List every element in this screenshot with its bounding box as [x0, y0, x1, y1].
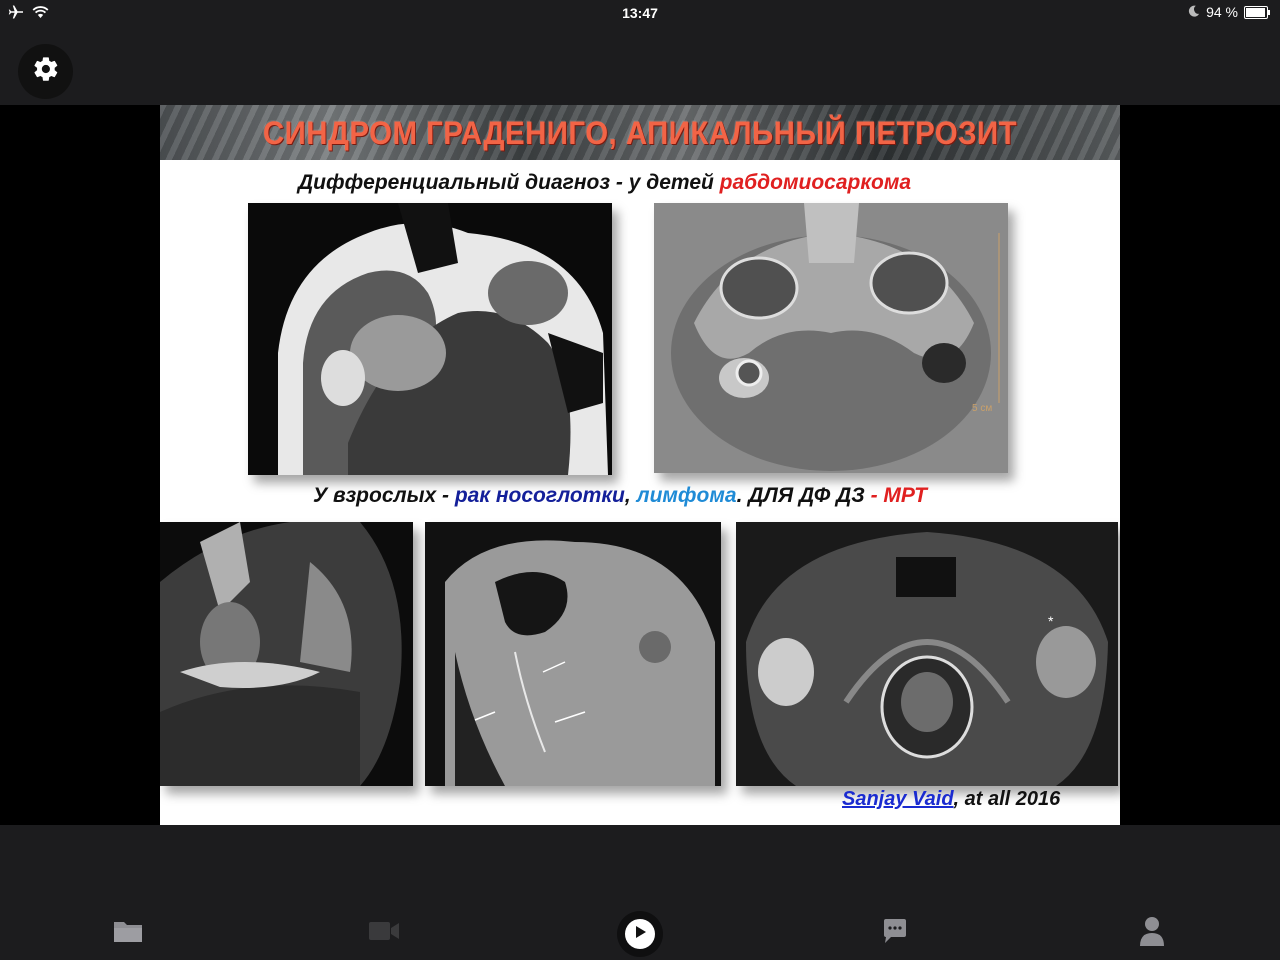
adults-highlight-1: рак носоглотки — [454, 484, 625, 507]
slide-header: СИНДРОМ ГРАДЕНИГО, АПИКАЛЬНЫЙ ПЕТРОЗИТ — [160, 105, 1120, 160]
settings-button[interactable] — [18, 44, 73, 99]
slide-subtitle-children: Дифференциальный диагноз - у детей рабдо… — [298, 171, 911, 195]
bottom-toolbar — [0, 825, 1280, 960]
status-bar: 13:47 94 % — [0, 0, 1280, 26]
gear-icon — [32, 55, 60, 88]
chat-button[interactable] — [873, 915, 917, 951]
video-camera-icon — [368, 920, 400, 947]
moon-icon — [1188, 4, 1200, 20]
mri-image-3: * — [736, 522, 1118, 786]
play-button-inner — [625, 919, 655, 949]
person-icon — [1139, 916, 1165, 951]
ct-scan-image-1 — [248, 203, 612, 475]
files-button[interactable] — [106, 915, 150, 951]
play-button[interactable] — [617, 911, 663, 957]
profile-button[interactable] — [1130, 915, 1174, 951]
status-time: 13:47 — [622, 5, 658, 21]
play-icon — [633, 925, 647, 944]
battery-fill — [1246, 7, 1265, 17]
camera-button[interactable] — [362, 915, 406, 951]
battery-text: 94 % — [1206, 4, 1238, 20]
svg-text:*: * — [1048, 613, 1054, 629]
scale-label: 5 см — [972, 403, 992, 414]
adults-highlight-2: лимфома — [636, 484, 737, 507]
mri-image-1 — [160, 522, 413, 786]
slide-credit: Sanjay Vaid, at all 2016 — [842, 788, 1060, 811]
status-right: 94 % — [1188, 4, 1270, 20]
video-area[interactable]: СИНДРОМ ГРАДЕНИГО, АПИКАЛЬНЫЙ ПЕТРОЗИТ Д… — [0, 105, 1280, 825]
credit-rest: , at all 2016 — [953, 788, 1061, 810]
subtitle-text: Дифференциальный диагноз - у детей — [298, 171, 720, 194]
adults-sep: , — [624, 484, 637, 507]
adults-highlight-3: - МРТ — [870, 484, 927, 507]
chat-icon — [882, 918, 908, 949]
folder-icon — [113, 919, 143, 948]
credit-link[interactable]: Sanjay Vaid — [842, 788, 954, 810]
screen: 13:47 94 % СИНДРОМ ГРАДЕНИГО, АПИКАЛЬНЫЙ… — [0, 0, 1280, 960]
ct-scan-image-2: 5 см — [654, 203, 1008, 473]
slide-subtitle-adults: У взрослых - рак носоглотки, лимфома. ДЛ… — [313, 484, 927, 508]
adults-text: У взрослых - — [313, 484, 455, 507]
mri-image-2 — [425, 522, 721, 786]
slide-title: СИНДРОМ ГРАДЕНИГО, АПИКАЛЬНЫЙ ПЕТРОЗИТ — [262, 115, 1018, 151]
battery-icon — [1244, 5, 1270, 19]
presentation-slide: СИНДРОМ ГРАДЕНИГО, АПИКАЛЬНЫЙ ПЕТРОЗИТ Д… — [160, 105, 1120, 825]
subtitle-highlight: рабдомиосаркома — [719, 171, 912, 194]
adults-text-2: . ДЛЯ ДФ ДЗ — [736, 484, 871, 507]
